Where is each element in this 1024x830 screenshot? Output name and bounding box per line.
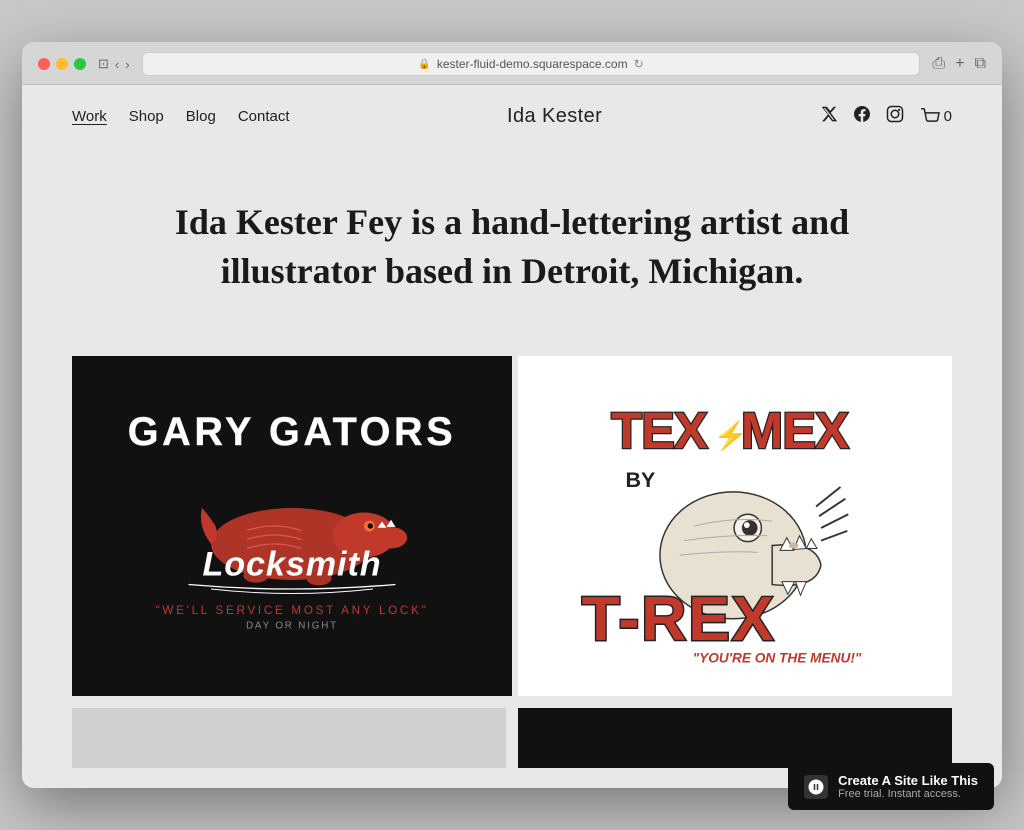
svg-text:T-REX: T-REX	[582, 584, 776, 654]
svg-text:DAY OR NIGHT: DAY OR NIGHT	[246, 620, 338, 631]
hero-text: Ida Kester Fey is a hand-lettering artis…	[162, 198, 862, 295]
squarespace-subtitle: Free trial. Instant access.	[838, 788, 978, 800]
cart-count: 0	[944, 108, 952, 125]
site-header: Work Shop Blog Contact Ida Kester	[22, 85, 1002, 148]
lock-icon: 🔒	[418, 59, 430, 70]
svg-text:MEX: MEX	[741, 401, 849, 458]
portfolio-item-tex-mex[interactable]: TEX ⚡ MEX BY	[512, 356, 952, 696]
portfolio-item-4[interactable]	[518, 708, 952, 768]
svg-text:GARY GATORS: GARY GATORS	[128, 410, 456, 454]
portfolio-item-gary-gators[interactable]: GARY GATORS	[72, 356, 512, 696]
svg-text:BY: BY	[625, 468, 655, 492]
squarespace-title: Create A Site Like This	[838, 773, 978, 788]
site-content: Work Shop Blog Contact Ida Kester	[22, 85, 1002, 787]
close-button[interactable]	[38, 58, 50, 70]
windows-icon[interactable]: ⧉	[975, 55, 986, 73]
squarespace-logo	[804, 775, 828, 799]
portfolio-grid: GARY GATORS	[22, 356, 1002, 696]
svg-text:"YOU'RE ON THE MENU!": "YOU'RE ON THE MENU!"	[693, 650, 862, 665]
reload-icon[interactable]: ↻	[634, 57, 644, 71]
instagram-icon[interactable]	[886, 105, 904, 128]
minimize-button[interactable]	[56, 58, 68, 70]
maximize-button[interactable]	[74, 58, 86, 70]
browser-window: ⊡ ‹ › 🔒 kester-fluid-demo.squarespace.co…	[22, 42, 1002, 787]
nav-blog[interactable]: Blog	[186, 108, 216, 125]
traffic-lights	[38, 58, 86, 70]
portfolio-item-3[interactable]	[72, 708, 506, 768]
svg-text:TEX: TEX	[611, 401, 708, 458]
hero-section: Ida Kester Fey is a hand-lettering artis…	[22, 148, 1002, 355]
share-icon[interactable]: ⎙	[932, 55, 945, 73]
site-social: 0	[820, 105, 952, 128]
nav-contact[interactable]: Contact	[238, 108, 290, 125]
browser-actions: ⎙ + ⧉	[932, 55, 986, 73]
new-tab-icon[interactable]: +	[955, 55, 964, 73]
svg-text:"WE'LL SERVICE MOST ANY LOCK": "WE'LL SERVICE MOST ANY LOCK"	[156, 604, 429, 617]
browser-controls: ⊡ ‹ ›	[98, 56, 130, 72]
site-nav: Work Shop Blog Contact	[72, 108, 290, 125]
nav-work[interactable]: Work	[72, 108, 107, 125]
squarespace-banner[interactable]: Create A Site Like This Free trial. Inst…	[788, 763, 994, 810]
facebook-icon[interactable]	[854, 105, 870, 128]
cart-icon[interactable]: 0	[920, 108, 952, 126]
nav-shop[interactable]: Shop	[129, 108, 164, 125]
svg-text:Locksmith: Locksmith	[202, 545, 381, 583]
sidebar-toggle-icon[interactable]: ⊡	[98, 56, 109, 72]
url-text: kester-fluid-demo.squarespace.com	[437, 57, 628, 71]
address-bar[interactable]: 🔒 kester-fluid-demo.squarespace.com ↻	[142, 52, 921, 76]
browser-chrome: ⊡ ‹ › 🔒 kester-fluid-demo.squarespace.co…	[22, 42, 1002, 85]
twitter-icon[interactable]	[820, 105, 838, 128]
back-button[interactable]: ‹	[115, 57, 119, 72]
site-title: Ida Kester	[507, 105, 602, 128]
squarespace-text: Create A Site Like This Free trial. Inst…	[838, 773, 978, 800]
forward-button[interactable]: ›	[125, 57, 129, 72]
